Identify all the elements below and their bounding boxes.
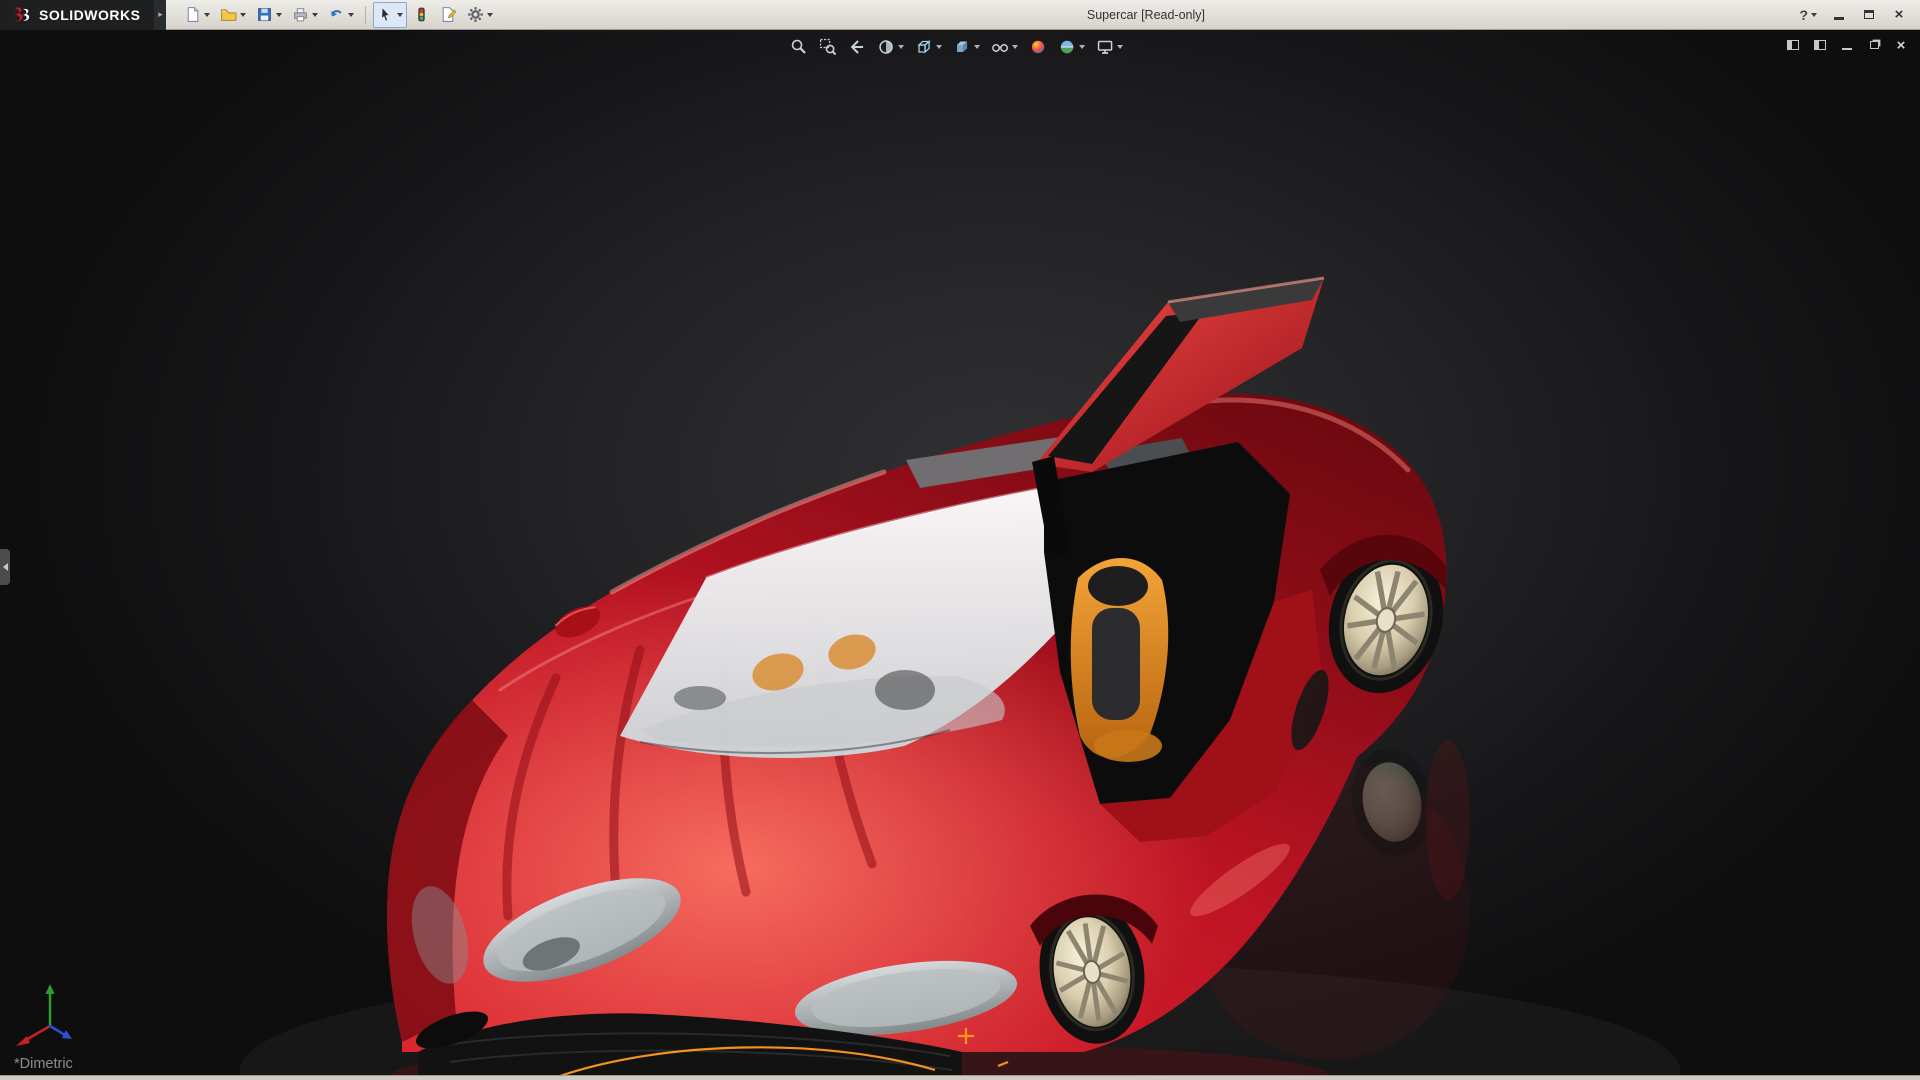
new-document-button[interactable] (180, 2, 214, 28)
3d-scene[interactable] (0, 30, 1920, 1080)
graphics-viewport[interactable]: × *Dimetric (0, 30, 1920, 1080)
doc-restore-icon (1870, 41, 1879, 49)
zoom-to-area-button[interactable] (814, 35, 842, 59)
titlebar: SOLIDWORKS ▸ (0, 0, 1920, 30)
zoom-to-fit-button[interactable] (785, 35, 813, 59)
standard-toolbar (180, 2, 497, 28)
maximize-button[interactable] (1856, 5, 1882, 25)
section-view-button[interactable] (872, 35, 909, 59)
pane-split-icon (1814, 40, 1826, 50)
headrest (1088, 566, 1148, 606)
save-button[interactable] (252, 2, 286, 28)
solidworks-window: SOLIDWORKS ▸ (0, 0, 1920, 1080)
previous-view-button[interactable] (843, 35, 871, 59)
pane-left-icon (1787, 40, 1799, 50)
open-button[interactable] (216, 2, 250, 28)
view-orientation-button[interactable] (910, 35, 947, 59)
minimize-button[interactable] (1826, 5, 1852, 25)
solidworks-logo: SOLIDWORKS (0, 0, 154, 30)
options-button[interactable] (463, 2, 497, 28)
close-icon: × (1895, 7, 1904, 22)
hide-show-items-button[interactable] (986, 35, 1023, 59)
help-button[interactable]: ? (1794, 2, 1822, 28)
apply-scene-button[interactable] (1053, 35, 1090, 59)
undo-button[interactable] (324, 2, 358, 28)
document-title: Supercar [Read-only] (497, 8, 1794, 22)
maximize-icon (1864, 10, 1874, 19)
collapse-left-icon (3, 563, 8, 571)
doc-minimize-icon (1842, 48, 1852, 50)
reference-triad[interactable] (10, 980, 84, 1054)
rebuild-button[interactable] (409, 2, 434, 28)
help-label: ? (1799, 7, 1808, 23)
feature-tree-collapse-tab[interactable] (0, 549, 10, 585)
display-style-button[interactable] (948, 35, 985, 59)
print-button[interactable] (288, 2, 322, 28)
toolbar-separator (365, 6, 366, 24)
menu-expander[interactable]: ▸ (154, 0, 166, 30)
doc-minimize-button[interactable] (1836, 35, 1858, 55)
edit-appearance-button[interactable] (1024, 35, 1052, 59)
dassault-3ds-icon (10, 6, 32, 24)
view-settings-button[interactable] (1091, 35, 1128, 59)
select-button[interactable] (373, 2, 407, 28)
pane-left-button[interactable] (1782, 35, 1804, 55)
doc-close-button[interactable]: × (1890, 35, 1912, 55)
doc-close-icon: × (1897, 38, 1906, 53)
close-button[interactable]: × (1886, 5, 1912, 25)
document-window-controls: × (1782, 35, 1912, 55)
status-bar (0, 1075, 1920, 1080)
view-orientation-label: *Dimetric (14, 1056, 73, 1072)
file-properties-button[interactable] (436, 2, 461, 28)
doc-restore-button[interactable] (1863, 35, 1885, 55)
minimize-icon (1834, 17, 1844, 20)
brand-text: SOLIDWORKS (39, 7, 140, 23)
headsup-view-toolbar (785, 35, 1128, 59)
y-axis-icon (46, 984, 55, 994)
pane-split-button[interactable] (1809, 35, 1831, 55)
titlebar-controls: ? × (1794, 2, 1920, 28)
